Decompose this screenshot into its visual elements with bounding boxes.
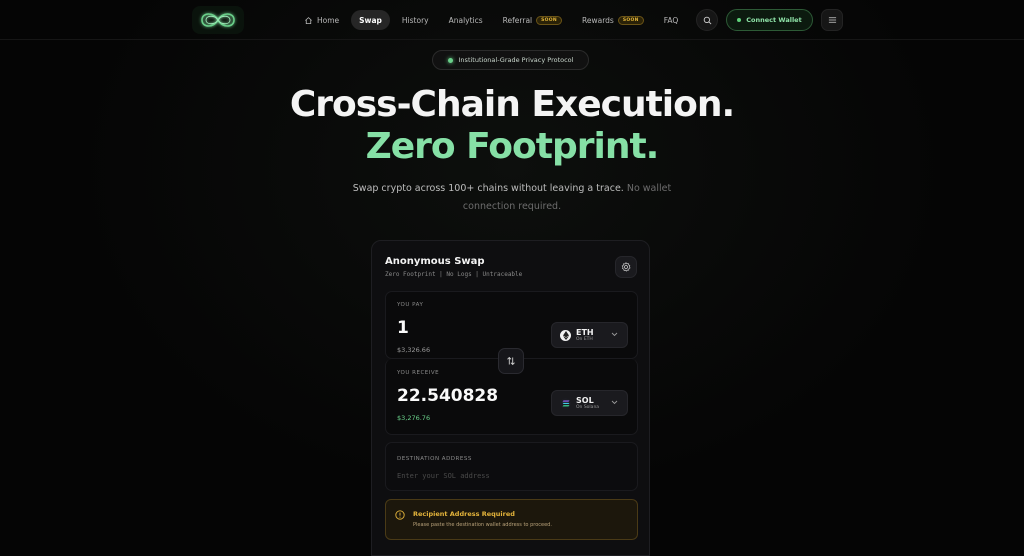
recipient-warning: Recipient Address Required Please paste … — [385, 499, 638, 540]
top-nav: Home Swap History Analytics Referral SOO… — [0, 0, 1024, 40]
pill-label: Institutional-Grade Privacy Protocol — [458, 56, 574, 64]
nav-rewards[interactable]: Rewards SOON — [574, 10, 652, 30]
warning-title: Recipient Address Required — [413, 510, 515, 518]
swap-card: Anonymous Swap Zero Footprint | No Logs … — [371, 240, 650, 556]
home-icon — [305, 16, 312, 24]
destination-address-input[interactable] — [397, 469, 627, 483]
swap-card-title: Anonymous Swap — [385, 256, 485, 267]
receive-token-chain: On Solana — [576, 404, 600, 410]
receive-usd-value: $3,276.76 — [397, 414, 431, 422]
warning-text: Please paste the destination wallet addr… — [413, 522, 552, 528]
soon-badge: SOON — [536, 15, 562, 25]
status-dot — [737, 18, 742, 22]
hero-subtitle-main: Swap crypto across 100+ chains without l… — [352, 183, 624, 194]
nav-actions: Connect Wallet — [696, 9, 843, 31]
swap-direction-button[interactable] — [498, 348, 524, 374]
pay-usd-value: $3,326.66 — [397, 346, 431, 354]
nav-home[interactable]: Home — [296, 10, 347, 30]
nav-faq[interactable]: FAQ — [656, 10, 687, 30]
nav-faq-label: FAQ — [663, 15, 679, 25]
receive-token-symbol: SOL — [576, 395, 594, 405]
swap-arrows-icon — [507, 356, 515, 366]
chevron-down-icon — [611, 332, 618, 337]
destination-label: DESTINATION ADDRESS — [397, 456, 472, 462]
pay-token-info: ETH On ETH — [576, 328, 594, 343]
pay-token-symbol: ETH — [576, 327, 594, 337]
privacy-pill: Institutional-Grade Privacy Protocol — [432, 50, 589, 70]
menu-button[interactable] — [821, 9, 843, 31]
pay-label: YOU PAY — [397, 302, 424, 308]
pay-token-chain: On ETH — [576, 336, 593, 342]
swap-card-subtitle: Zero Footprint | No Logs | Untraceable — [385, 271, 523, 278]
infinity-logo[interactable] — [192, 6, 244, 34]
chevron-down-icon — [611, 400, 618, 405]
receive-amount: 22.540828 — [397, 386, 499, 406]
hero-title-line2: Zero Footprint. — [365, 126, 660, 167]
search-icon — [703, 16, 711, 24]
nav-history-label: History — [401, 15, 429, 25]
pay-token-select[interactable]: ETH On ETH — [551, 322, 628, 348]
nav-referral[interactable]: Referral SOON — [495, 10, 570, 30]
nav-swap[interactable]: Swap — [351, 10, 390, 30]
nav-links: Home Swap History Analytics Referral SOO… — [296, 10, 686, 30]
receive-token-select[interactable]: SOL On Solana — [551, 390, 628, 416]
search-button[interactable] — [696, 9, 718, 31]
settings-button[interactable] — [615, 256, 637, 278]
eth-icon — [560, 329, 571, 341]
pay-amount-input[interactable]: 1 — [397, 318, 409, 338]
nav-history[interactable]: History — [394, 10, 437, 30]
connect-wallet-button[interactable]: Connect Wallet — [726, 9, 813, 31]
receive-token-info: SOL On Solana — [576, 396, 599, 411]
page: Home Swap History Analytics Referral SOO… — [0, 0, 1024, 556]
gear-icon — [621, 262, 631, 272]
solana-icon — [560, 397, 571, 409]
menu-icon — [828, 17, 836, 23]
connect-wallet-label: Connect Wallet — [746, 16, 802, 24]
nav-analytics-label: Analytics — [448, 15, 483, 25]
warning-icon — [395, 510, 405, 520]
nav-rewards-label: Rewards — [582, 15, 614, 25]
nav-referral-label: Referral — [502, 15, 533, 25]
nav-home-label: Home — [317, 15, 340, 25]
nav-swap-label: Swap — [359, 15, 382, 25]
hero-title-line1: Cross-Chain Execution. — [289, 84, 735, 125]
receive-label: YOU RECEIVE — [397, 370, 440, 376]
nav-analytics[interactable]: Analytics — [441, 10, 491, 30]
soon-badge: SOON — [617, 15, 644, 25]
hero-subtitle: Swap crypto across 100+ chains without l… — [340, 180, 684, 216]
destination-panel: DESTINATION ADDRESS — [385, 442, 638, 491]
pill-dot — [447, 57, 453, 63]
